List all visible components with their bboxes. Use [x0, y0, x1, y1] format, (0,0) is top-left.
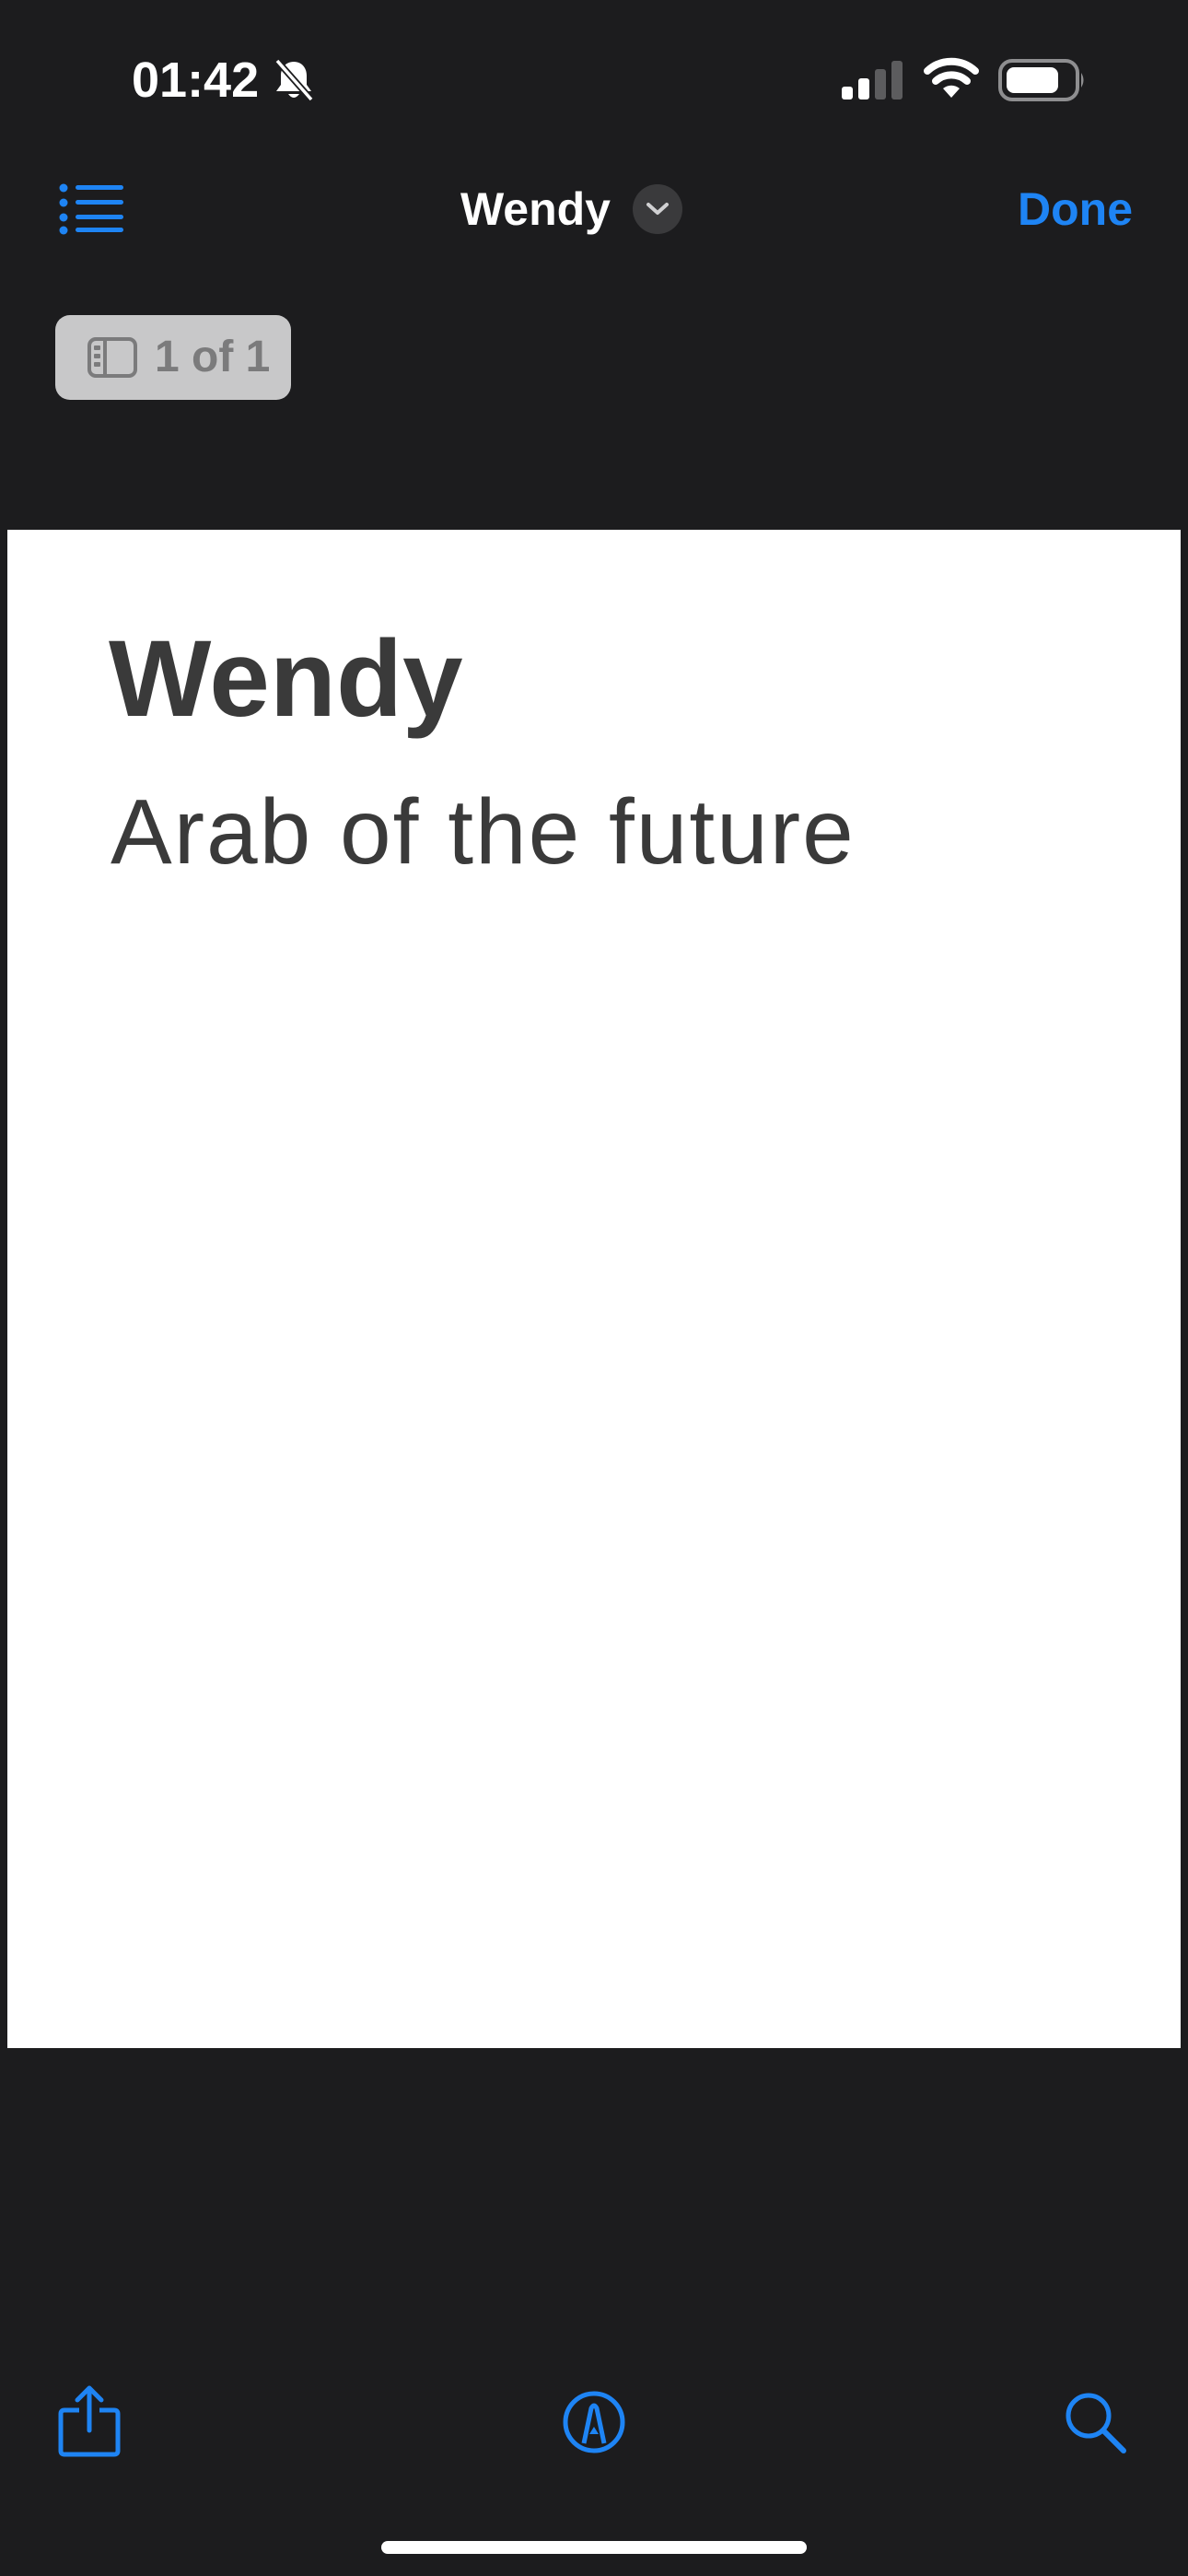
- bell-slash-icon: [273, 57, 315, 103]
- wifi-icon: [923, 55, 980, 100]
- quick-look-screen: 01:42 Wendy Done 1 of 1 Wendy Arab of th…: [0, 0, 1188, 2576]
- battery-icon: [998, 59, 1087, 101]
- document-subtitle: Arab of the future: [111, 780, 856, 884]
- document-title-menu[interactable]: Wendy: [460, 177, 682, 241]
- done-button[interactable]: Done: [1018, 177, 1133, 241]
- search-icon[interactable]: [1063, 2390, 1129, 2456]
- document-page: Wendy Arab of the future: [7, 530, 1181, 2048]
- cellular-signal-icon: [842, 61, 903, 100]
- chevron-down-icon[interactable]: [633, 184, 682, 234]
- document-heading: Wendy: [109, 618, 463, 740]
- sidebar-icon: [87, 336, 138, 379]
- status-time: 01:42: [132, 53, 260, 108]
- page-count-label: 1 of 1: [155, 333, 271, 381]
- markup-icon[interactable]: [562, 2390, 626, 2454]
- page-indicator[interactable]: 1 of 1: [55, 315, 291, 400]
- list-icon[interactable]: [59, 182, 125, 236]
- share-icon[interactable]: [57, 2384, 122, 2458]
- home-indicator[interactable]: [381, 2541, 807, 2554]
- document-title: Wendy: [460, 183, 611, 235]
